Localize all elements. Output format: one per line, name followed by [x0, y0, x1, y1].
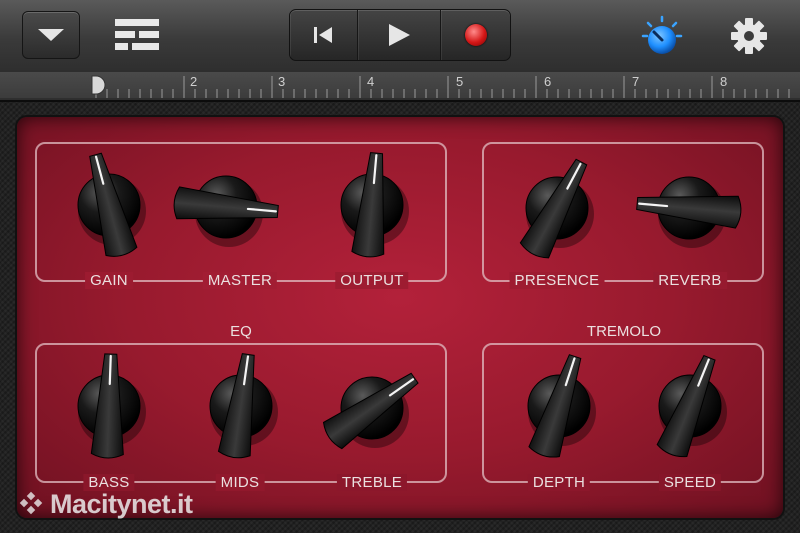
ruler-bar-2: 2	[190, 74, 198, 89]
smart-controls-knob-icon	[641, 15, 683, 54]
ruler-ticks	[0, 76, 800, 100]
smart-controls-button[interactable]	[640, 14, 684, 58]
gear-icon	[731, 18, 767, 54]
go-to-beginning-icon	[314, 27, 333, 43]
tracks-view-button[interactable]	[112, 16, 162, 54]
record-icon	[464, 24, 487, 46]
mids-knob[interactable]	[171, 336, 311, 481]
bass-knob[interactable]	[39, 336, 179, 481]
treble-knob[interactable]	[302, 338, 442, 483]
ruler-bar-3: 3	[278, 74, 286, 89]
ruler-bar-6: 6	[544, 74, 552, 89]
play-icon	[389, 24, 411, 46]
transport-controls	[289, 9, 511, 61]
play-button[interactable]	[358, 10, 442, 60]
ruler-bar-8: 8	[720, 74, 728, 89]
timeline-ruler[interactable]: 2 3 4 5 6 7 8	[0, 72, 800, 102]
menu-button[interactable]	[22, 11, 80, 59]
toolbar	[0, 0, 800, 73]
output-knob[interactable]	[302, 135, 442, 280]
playhead-handle[interactable]	[88, 72, 108, 100]
ruler-bar-7: 7	[632, 74, 640, 89]
record-button[interactable]	[441, 10, 510, 60]
watermark: Macitynet.it	[18, 487, 193, 521]
tracks-view-icon	[115, 19, 159, 50]
master-knob[interactable]	[156, 137, 296, 282]
depth-knob[interactable]	[489, 336, 629, 481]
reverb-knob[interactable]	[619, 138, 759, 283]
go-to-beginning-button[interactable]	[290, 10, 358, 60]
ruler-bar-5: 5	[456, 74, 464, 89]
presence-knob[interactable]	[487, 138, 627, 283]
ruler-bar-4: 4	[367, 74, 375, 89]
chevron-down-icon	[38, 29, 64, 41]
speed-knob[interactable]	[620, 336, 760, 481]
watermark-text: Macitynet.it	[50, 488, 193, 519]
settings-button[interactable]	[728, 15, 770, 57]
watermark-logo-icon	[19, 491, 43, 515]
